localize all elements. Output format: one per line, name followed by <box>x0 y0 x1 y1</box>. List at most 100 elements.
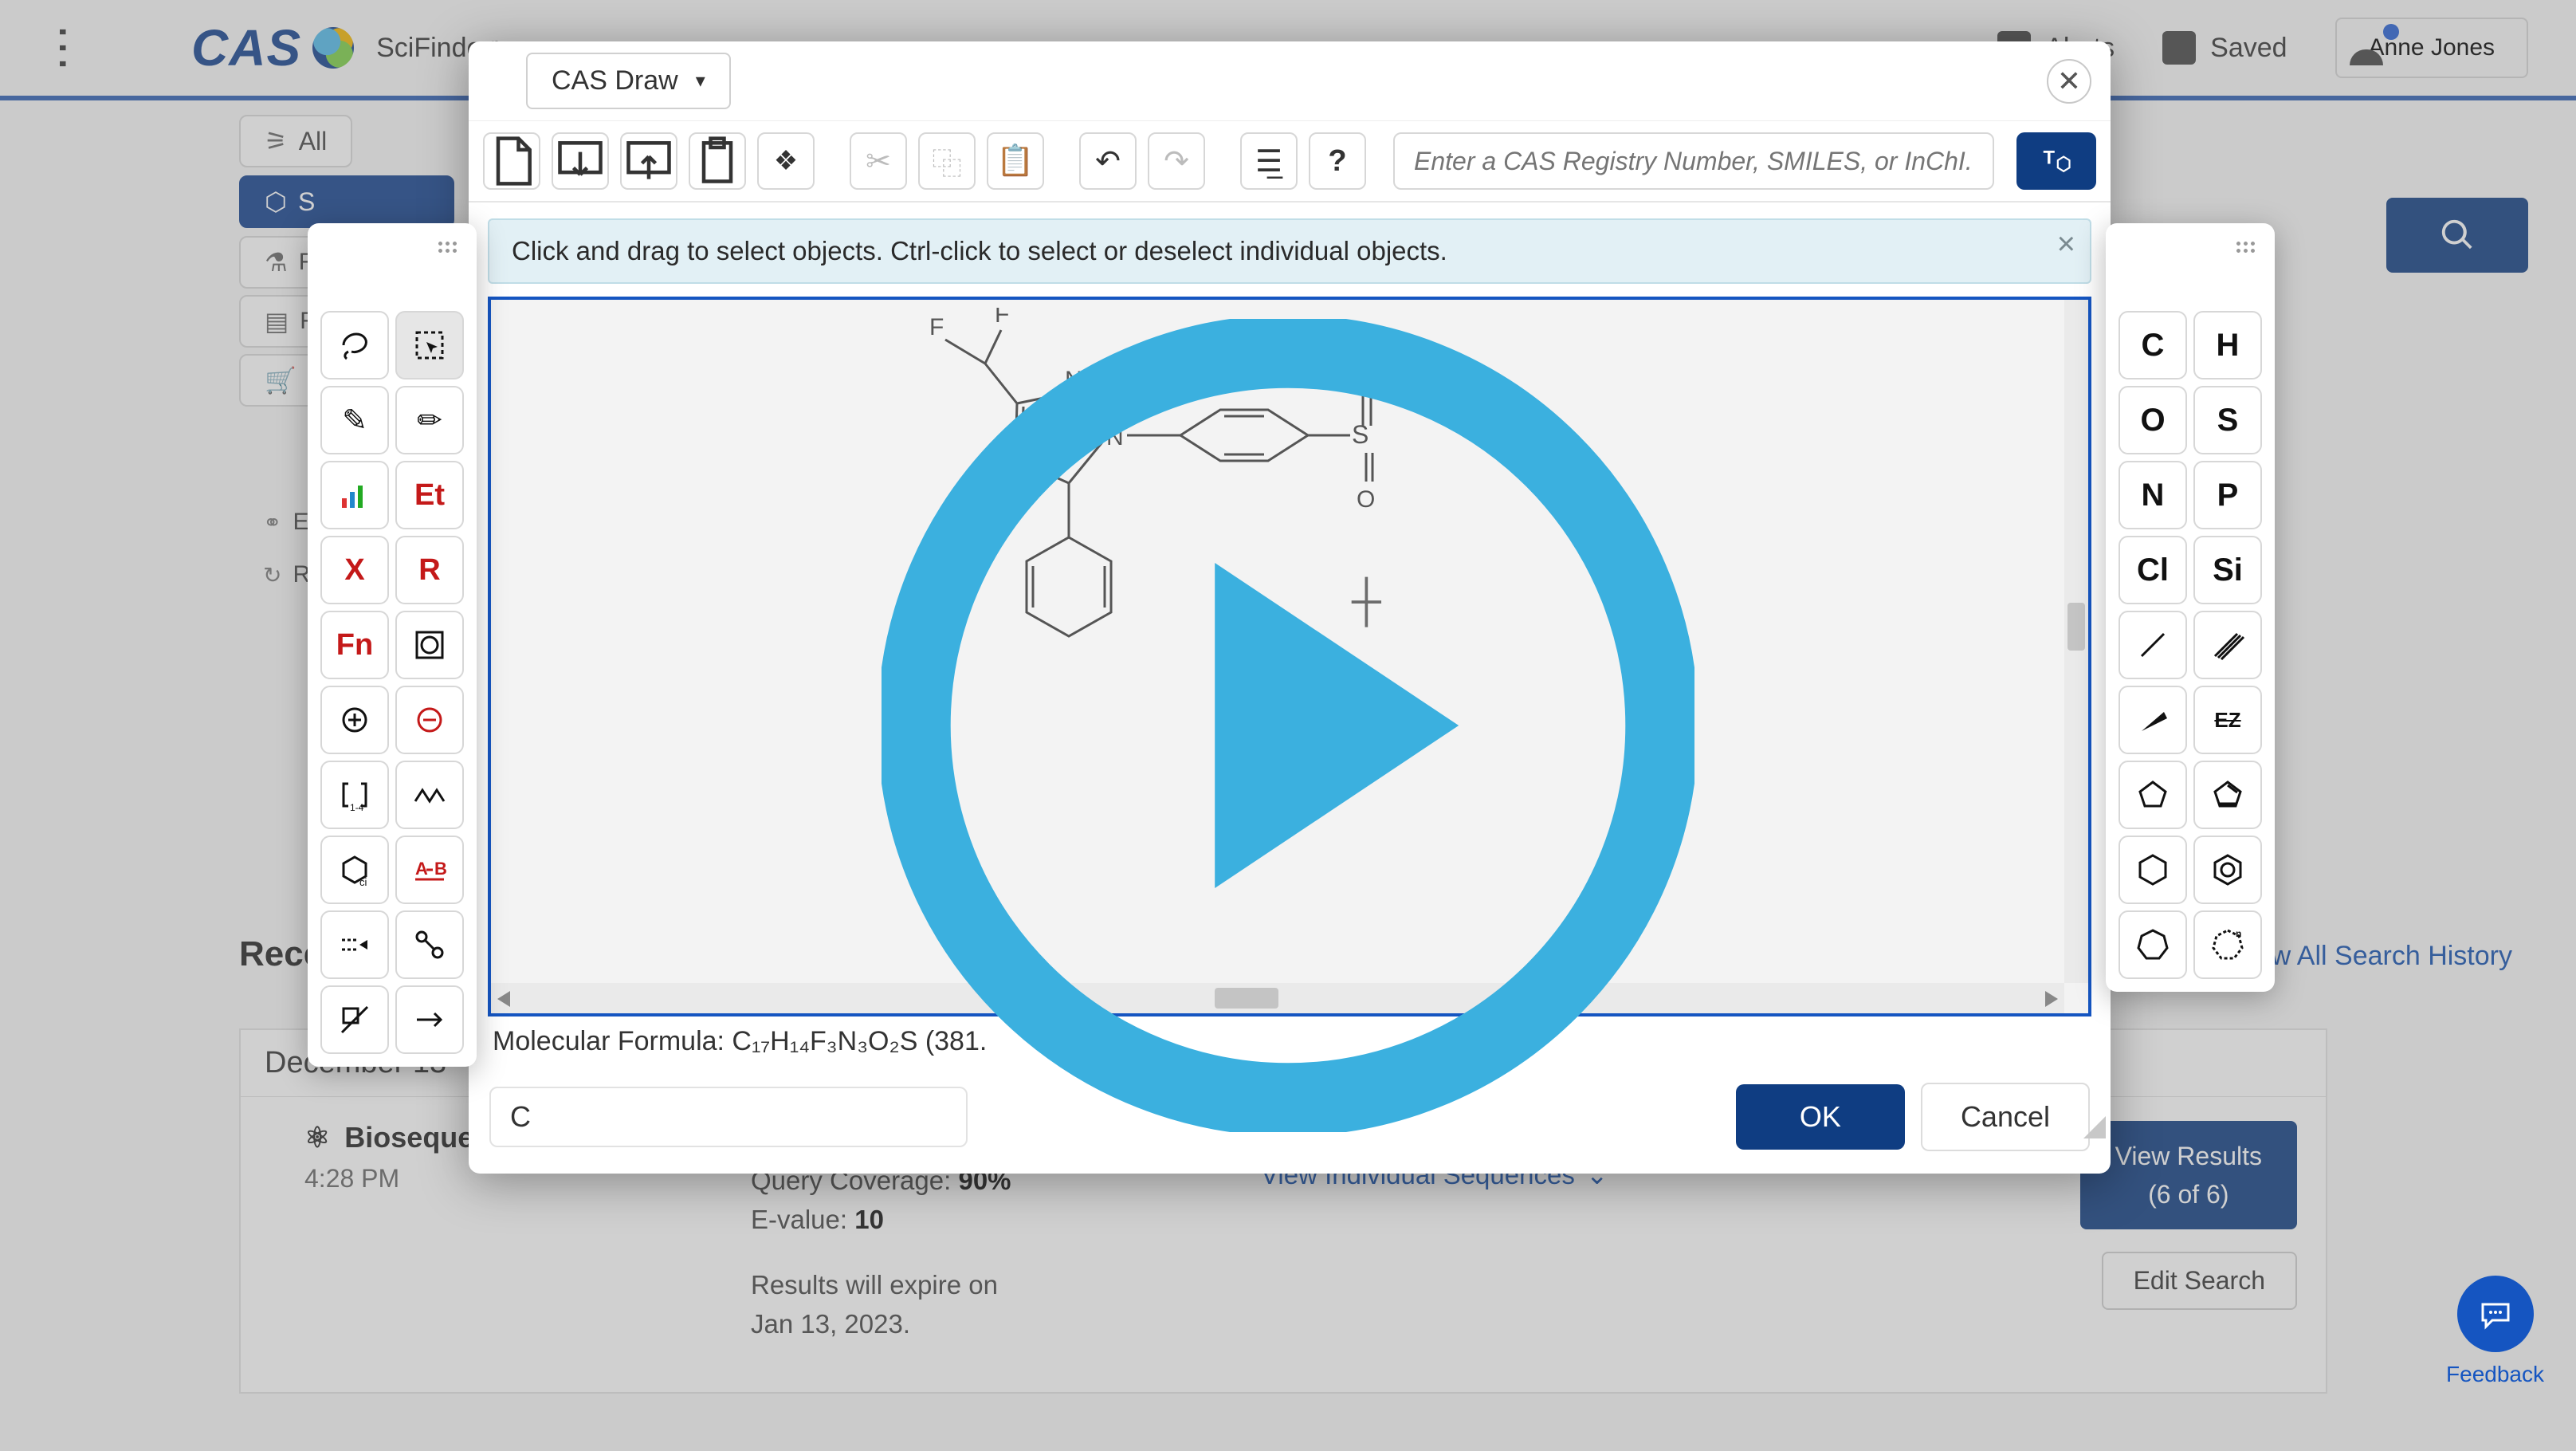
wedge-bond-tool[interactable] <box>2119 686 2187 754</box>
clipboard-icon <box>690 134 744 188</box>
canvas-resize-grip[interactable] <box>2082 1115 2106 1138</box>
arrow-right-icon <box>410 1001 449 1039</box>
undo-icon: ↶ <box>1095 144 1121 179</box>
marker-tool[interactable]: ✏ <box>395 386 464 454</box>
pentagon-tool[interactable] <box>2119 761 2187 829</box>
wedge-icon <box>2134 701 2172 739</box>
single-bond-tool[interactable] <box>2119 611 2187 679</box>
element-o[interactable]: O <box>2119 386 2187 454</box>
undo-button[interactable]: ↶ <box>1079 132 1137 190</box>
cyclopentadiene-tool[interactable] <box>2193 761 2262 829</box>
hexagon-tool[interactable] <box>2119 836 2187 904</box>
arrow-tool[interactable] <box>395 985 464 1054</box>
new-file-button[interactable] <box>483 132 540 190</box>
element-input[interactable] <box>489 1087 968 1147</box>
drag-handle-icon[interactable] <box>2235 240 2256 254</box>
ok-button[interactable]: OK <box>1736 1084 1905 1150</box>
variable-x[interactable]: X <box>320 536 389 604</box>
paste-button[interactable] <box>689 132 746 190</box>
svg-text:F: F <box>995 308 1009 328</box>
chain-tool[interactable] <box>395 761 464 829</box>
modal-close-button[interactable]: ✕ <box>2047 59 2091 104</box>
marquee-icon <box>410 326 449 364</box>
crosshair-cursor: ┼ <box>1352 577 1381 625</box>
lasso-tool[interactable] <box>320 311 389 379</box>
charge-plus[interactable] <box>320 686 389 754</box>
structure-search-input[interactable] <box>1393 132 1994 190</box>
canvas-vertical-scrollbar[interactable] <box>2064 300 2088 983</box>
help-button[interactable]: ? <box>1309 132 1366 190</box>
svg-text:A: A <box>415 859 428 879</box>
multi-bond-tool[interactable] <box>2193 611 2262 679</box>
diamond-icon: ❖ <box>774 145 798 177</box>
copy-button[interactable]: ⿻ <box>918 132 976 190</box>
export-button[interactable] <box>620 132 677 190</box>
canvas-horizontal-scrollbar[interactable] <box>491 983 2064 1013</box>
fn-group[interactable]: Fn <box>320 611 389 679</box>
r-group[interactable]: R <box>395 536 464 604</box>
feedback-button[interactable]: Feedback <box>2446 1276 2544 1387</box>
svg-text:S: S <box>1352 420 1368 449</box>
drawing-canvas[interactable]: F F N N S <box>488 297 2091 1016</box>
element-si[interactable]: Si <box>2193 536 2262 604</box>
element-n[interactable]: N <box>2119 461 2187 529</box>
marquee-tool[interactable] <box>395 311 464 379</box>
atom-replace[interactable]: AB <box>395 836 464 904</box>
cancel-button[interactable]: Cancel <box>1921 1083 2090 1151</box>
element-p[interactable]: P <box>2193 461 2262 529</box>
shortcut-et[interactable]: Et <box>395 461 464 529</box>
heptagon-tool[interactable] <box>2119 910 2187 979</box>
circle-box-icon <box>410 626 449 664</box>
rxn-icon <box>336 926 374 964</box>
screen-in-icon <box>553 134 607 188</box>
ez-bond-tool[interactable]: EZ <box>2193 686 2262 754</box>
atom-link-icon <box>410 926 449 964</box>
svg-text:B: B <box>434 859 447 879</box>
a-to-b-icon: AB <box>410 851 449 889</box>
ez-label: EZ <box>2214 708 2240 733</box>
stereo-tool[interactable] <box>395 611 464 679</box>
text-hexagon-icon: T <box>2039 144 2074 179</box>
benzene-tool[interactable] <box>2193 836 2262 904</box>
help-icon: ? <box>1328 144 1346 179</box>
ring-ci-tool[interactable]: ci <box>320 836 389 904</box>
atom-map[interactable] <box>395 910 464 979</box>
molecule-structure[interactable]: F F N N S <box>905 308 1575 722</box>
redo-button[interactable]: ↷ <box>1148 132 1205 190</box>
charge-minus[interactable] <box>395 686 464 754</box>
heptagon-n-icon: n <box>2209 926 2247 964</box>
svg-text:T: T <box>2044 147 2056 169</box>
left-tool-palette: ✎ ✏ Et X R Fn 1-4 ci AB <box>308 223 477 1067</box>
editor-hint-banner: Click and drag to select objects. Ctrl-c… <box>488 218 2091 284</box>
import-button[interactable] <box>552 132 609 190</box>
pencil-icon: ✎ <box>342 403 367 438</box>
editor-mode-dropdown[interactable]: CAS Draw ▾ <box>526 53 731 109</box>
svg-text:F: F <box>929 314 944 340</box>
element-s[interactable]: S <box>2193 386 2262 454</box>
element-h[interactable]: H <box>2193 311 2262 379</box>
cut-button[interactable]: ✂ <box>850 132 907 190</box>
pen-tool[interactable]: ✎ <box>320 386 389 454</box>
screen-out-icon <box>622 134 676 188</box>
cross-out-icon <box>336 1001 374 1039</box>
editor-mode-label: CAS Draw <box>552 65 678 96</box>
close-icon: ✕ <box>2057 65 2081 98</box>
erase-tool[interactable] <box>320 985 389 1054</box>
hint-text: Click and drag to select objects. Ctrl-c… <box>512 236 1447 265</box>
element-cl[interactable]: Cl <box>2119 536 2187 604</box>
settings-button[interactable]: ☰̲ <box>1240 132 1298 190</box>
paste2-button[interactable]: 📋 <box>987 132 1044 190</box>
template-tool[interactable] <box>320 461 389 529</box>
scroll-thumb[interactable] <box>1215 988 1278 1009</box>
repeat-unit[interactable]: 1-4 <box>320 761 389 829</box>
clean-button[interactable]: ❖ <box>757 132 815 190</box>
element-c[interactable]: C <box>2119 311 2187 379</box>
pentagon-icon <box>2134 776 2172 814</box>
heptagon-n-tool[interactable]: n <box>2193 910 2262 979</box>
text-to-structure-button[interactable]: T <box>2016 132 2096 190</box>
hint-close-button[interactable]: × <box>2057 226 2075 262</box>
structure-search-field[interactable] <box>1393 132 1994 190</box>
scroll-thumb[interactable] <box>2067 603 2085 651</box>
reaction-arrow[interactable] <box>320 910 389 979</box>
drag-handle-icon[interactable] <box>437 240 457 254</box>
